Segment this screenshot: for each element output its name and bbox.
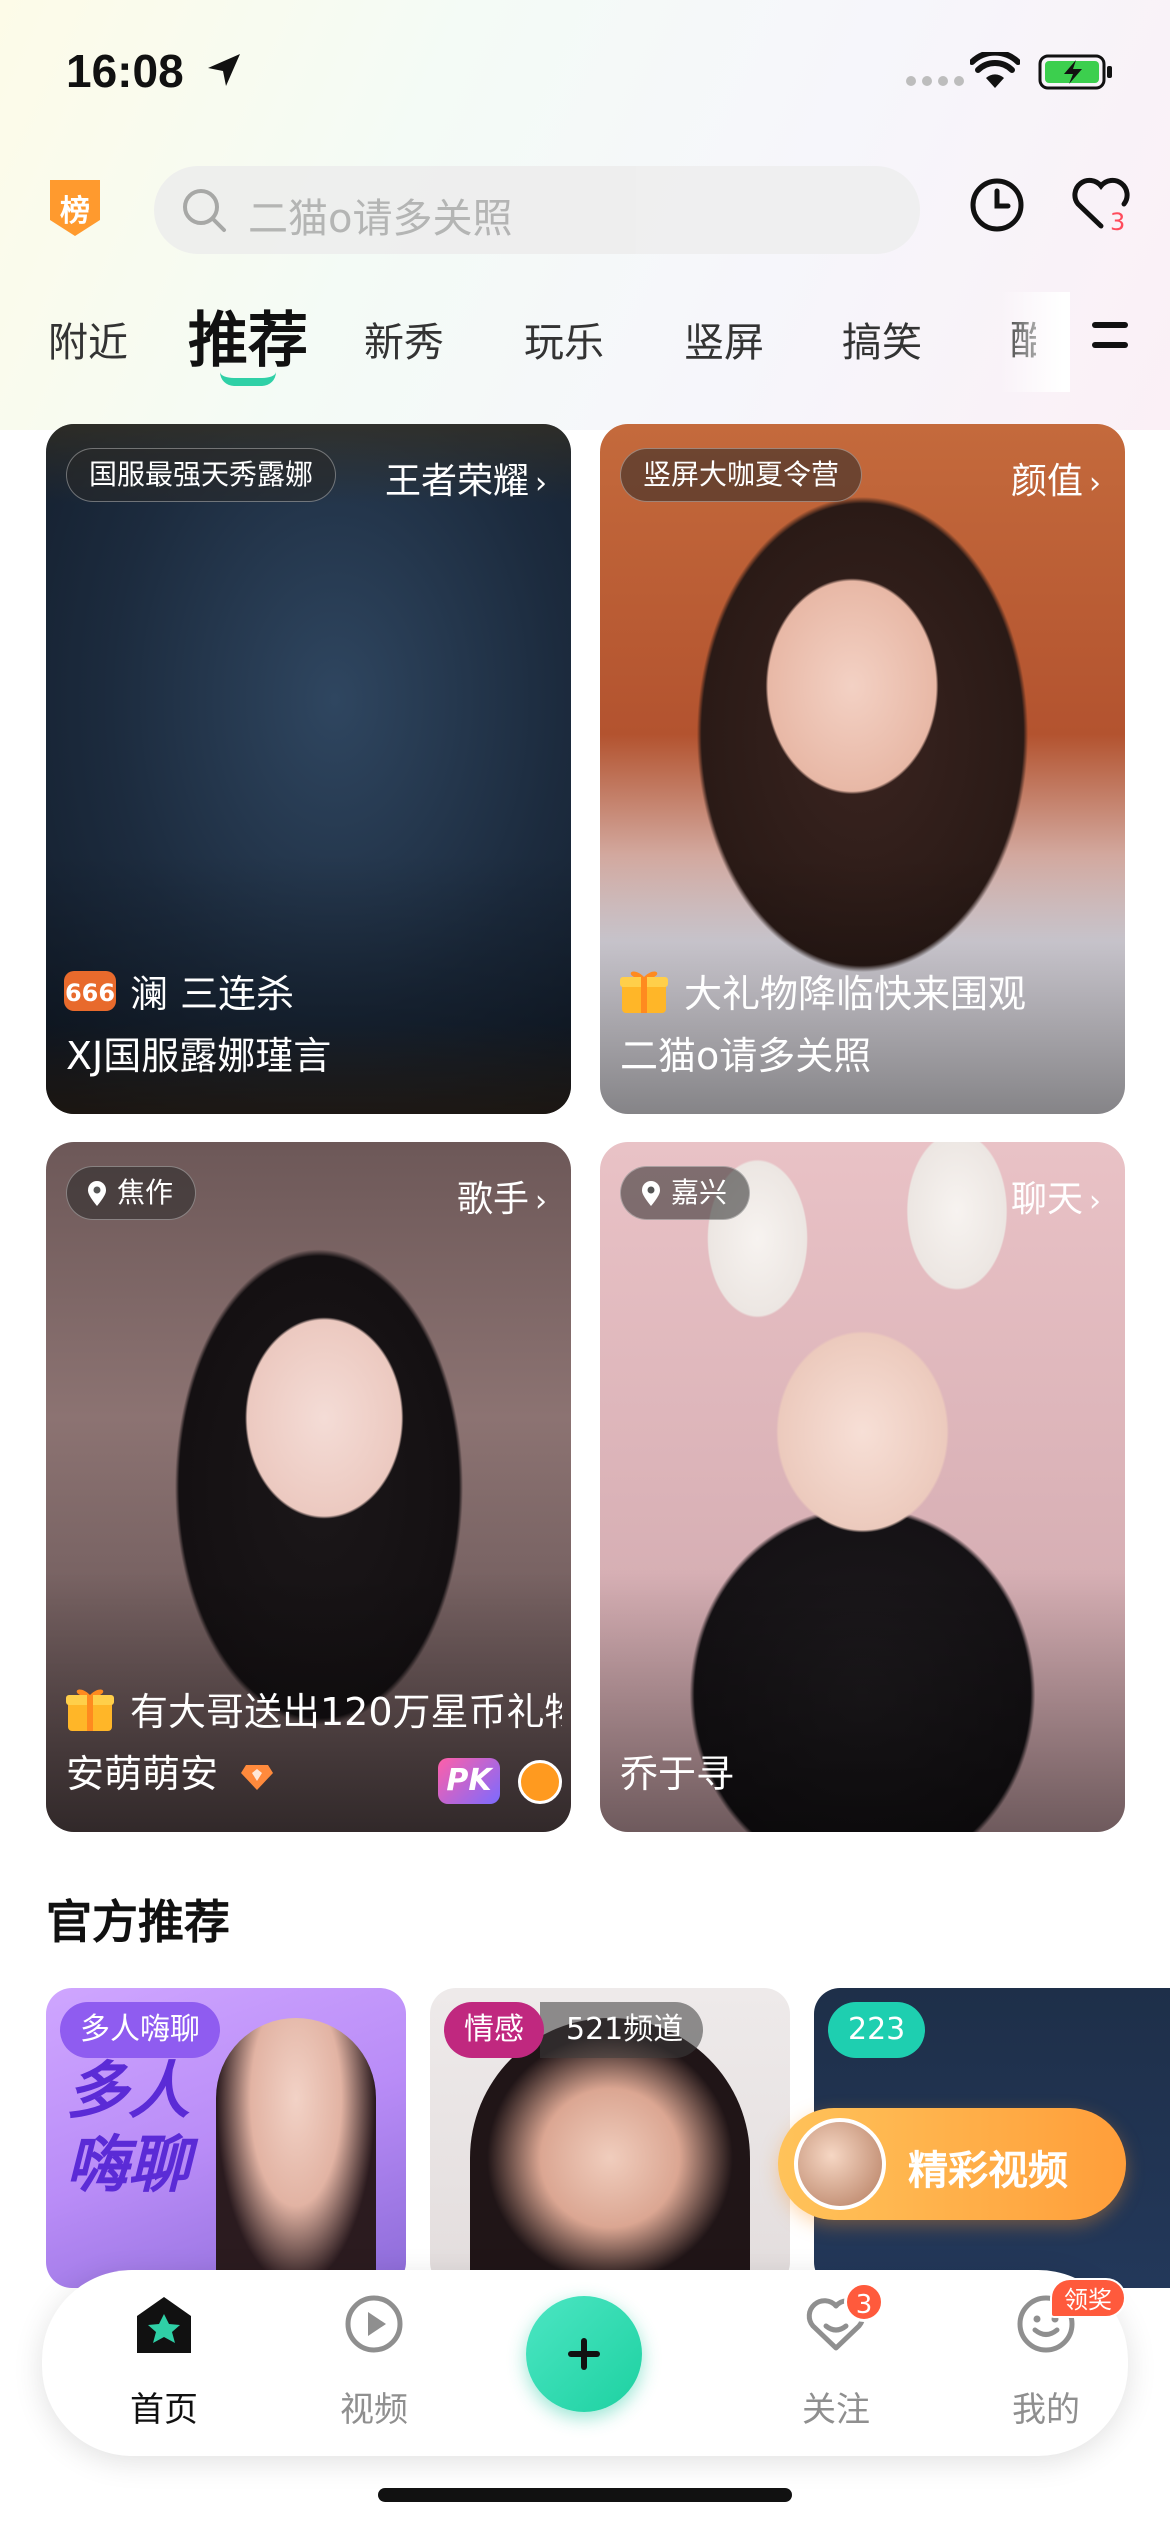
card-category[interactable]: 王者荣耀 › bbox=[385, 452, 547, 504]
event-text: 大礼物降临快来围观 bbox=[684, 972, 1027, 1016]
battery-charging-icon bbox=[1038, 54, 1112, 90]
nav-home[interactable]: 首页 bbox=[84, 2270, 244, 2456]
streamer-name: 乔于寻 bbox=[620, 1752, 735, 1796]
chevron-right-icon: › bbox=[1089, 466, 1101, 501]
reward-badge: 领奖 bbox=[1050, 2278, 1126, 2318]
category-label: 聊天 bbox=[1010, 1179, 1083, 1220]
category-label: 王者荣耀 bbox=[384, 461, 529, 502]
card-tag: 情感 bbox=[444, 2002, 544, 2058]
card-tag: 国服最强天秀露娜 bbox=[66, 448, 337, 502]
card-headline: 多人嗨聊 bbox=[66, 2054, 191, 2201]
section-title: 官方推荐 bbox=[46, 1895, 230, 1949]
avatar bbox=[794, 2118, 886, 2210]
home-indicator bbox=[378, 2488, 792, 2502]
location-arrow-icon bbox=[208, 54, 240, 86]
search-input[interactable]: 二猫o请多关照 bbox=[154, 166, 920, 254]
live-card[interactable]: 国服最强天秀露娜 王者荣耀 › 666 澜 三连杀 XJ国服露娜瑾言 bbox=[46, 424, 571, 1114]
nav-video-label: 视频 bbox=[340, 2390, 408, 2430]
nav-follow-label: 关注 bbox=[802, 2390, 870, 2430]
history-clock-icon[interactable] bbox=[968, 176, 1026, 234]
tab-nearby[interactable]: 附近 bbox=[48, 310, 128, 368]
follow-badge: 3 bbox=[844, 2282, 884, 2322]
card-category[interactable]: 歌手 › bbox=[457, 1170, 547, 1222]
rank-badge-label: 榜 bbox=[60, 194, 90, 229]
tab-funny[interactable]: 搞笑 bbox=[842, 310, 922, 368]
svg-text:666: 666 bbox=[65, 979, 115, 1007]
chevron-right-icon: › bbox=[535, 1184, 547, 1219]
official-card[interactable]: 521频道 情感 bbox=[430, 1988, 790, 2288]
nav-follow[interactable]: 3 关注 bbox=[756, 2270, 916, 2456]
streamer-name: 安萌萌安 bbox=[66, 1743, 274, 1798]
status-time: 16:08 bbox=[66, 45, 184, 97]
category-label: 歌手 bbox=[456, 1179, 529, 1220]
card-tag: 竖屏大咖夏令营 bbox=[620, 448, 863, 502]
diamond-level-icon bbox=[241, 1764, 274, 1790]
streamer-name: XJ国服露娜瑾言 bbox=[66, 1034, 332, 1078]
location-tag: 嘉兴 bbox=[620, 1166, 751, 1220]
search-icon bbox=[183, 189, 226, 232]
bottom-nav: 首页 视频 3 关注 领奖 我的 bbox=[42, 2270, 1128, 2456]
favorites-count: 3 bbox=[1110, 208, 1126, 236]
search-placeholder: 二猫o请多关照 bbox=[248, 196, 513, 242]
tab-fun[interactable]: 玩乐 bbox=[524, 310, 604, 368]
channel-label: 521频道 bbox=[540, 2002, 704, 2058]
category-label: 颜值 bbox=[1010, 461, 1083, 502]
home-icon bbox=[137, 2297, 191, 2353]
live-card[interactable]: 竖屏大咖夏令营 颜值 › 大礼物降临快来围观 二猫o请多关照 bbox=[600, 424, 1125, 1114]
location-pin-icon bbox=[642, 1181, 660, 1206]
wifi-icon bbox=[970, 52, 1020, 88]
chevron-right-icon: › bbox=[535, 466, 547, 501]
ranking-badge-button[interactable]: 榜 bbox=[46, 180, 104, 236]
active-tab-indicator bbox=[220, 372, 276, 386]
live-card[interactable]: 焦作 歌手 › 有大哥送出120万星币礼物 安萌萌安 PK bbox=[46, 1142, 571, 1832]
menu-icon[interactable] bbox=[1090, 318, 1130, 354]
nav-mine-label: 我的 bbox=[1012, 2390, 1080, 2430]
plus-icon bbox=[568, 2338, 600, 2370]
card-tag: 223 bbox=[828, 2002, 926, 2058]
chevron-right-icon: › bbox=[1089, 1184, 1101, 1219]
gift-icon bbox=[66, 1689, 114, 1731]
streamer-name: 二猫o请多关照 bbox=[620, 1034, 872, 1078]
location-label: 嘉兴 bbox=[671, 1176, 728, 1209]
nav-mine[interactable]: 领奖 我的 bbox=[966, 2270, 1126, 2456]
tab-recommended[interactable]: 推荐 bbox=[188, 292, 308, 379]
location-tag: 焦作 bbox=[66, 1166, 197, 1220]
tab-vertical[interactable]: 竖屏 bbox=[684, 310, 764, 368]
streamer-name-text: 安萌萌安 bbox=[66, 1752, 219, 1796]
event-text: 澜 三连杀 bbox=[130, 972, 295, 1016]
featured-video-label: 精彩视频 bbox=[908, 2148, 1068, 2194]
card-event: 666 澜 三连杀 bbox=[62, 963, 562, 1018]
video-play-icon bbox=[345, 2295, 403, 2353]
gift-icon bbox=[620, 971, 668, 1013]
kill-streak-icon: 666 bbox=[64, 970, 116, 1011]
featured-video-button[interactable]: 精彩视频 bbox=[778, 2108, 1126, 2220]
tabs-fade bbox=[1000, 292, 1070, 392]
tab-newcomer[interactable]: 新秀 bbox=[364, 310, 444, 368]
location-label: 焦作 bbox=[117, 1176, 174, 1209]
create-live-button[interactable] bbox=[526, 2296, 642, 2412]
nav-home-label: 首页 bbox=[130, 2390, 198, 2430]
card-category[interactable]: 颜值 › bbox=[1011, 452, 1101, 504]
card-event: 有大哥送出120万星币礼物 bbox=[62, 1681, 562, 1736]
card-tag: 多人嗨聊 bbox=[60, 2002, 220, 2058]
location-pin-icon bbox=[88, 1181, 106, 1206]
status-bar: 16:08 bbox=[0, 0, 1170, 150]
card-photo bbox=[216, 2018, 376, 2288]
card-category[interactable]: 聊天 › bbox=[1011, 1170, 1101, 1222]
hot-badge-icon bbox=[518, 1760, 562, 1804]
cellular-signal-icon bbox=[906, 76, 964, 86]
official-card[interactable]: 多人嗨聊 多人嗨聊 bbox=[46, 1988, 406, 2288]
card-photo bbox=[470, 2018, 750, 2288]
card-event: 大礼物降临快来围观 bbox=[616, 963, 1116, 1018]
event-text: 有大哥送出120万星币礼物 bbox=[130, 1690, 562, 1734]
nav-video[interactable]: 视频 bbox=[294, 2270, 454, 2456]
category-tabs: 附近 推荐 新秀 玩乐 竖屏 搞笑 酷 bbox=[0, 292, 1170, 392]
live-card[interactable]: 嘉兴 聊天 › 乔于寻 bbox=[600, 1142, 1125, 1832]
pk-badge: PK bbox=[438, 1758, 500, 1804]
